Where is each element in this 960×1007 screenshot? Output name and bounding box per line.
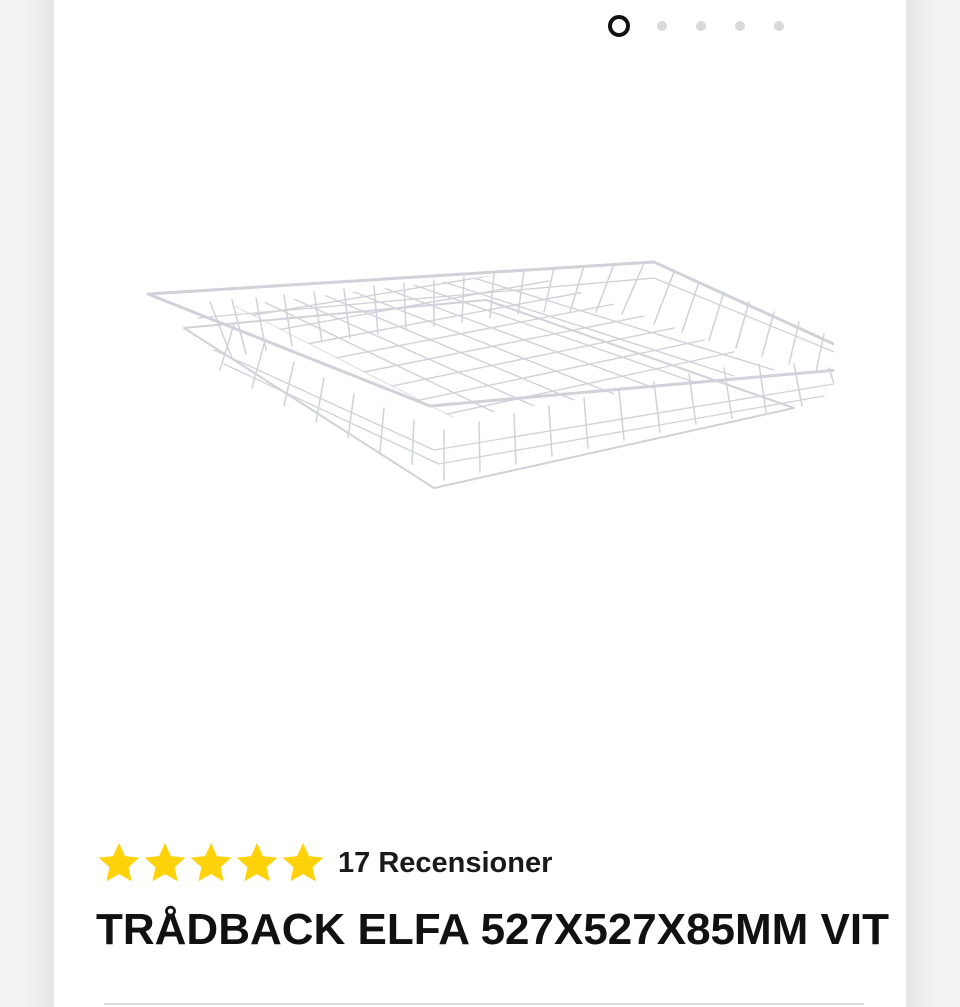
star-icon — [144, 842, 186, 882]
carousel-dot-3[interactable] — [696, 21, 706, 31]
reviews-link[interactable]: 17 Recensioner — [338, 847, 552, 880]
star-icon — [282, 842, 324, 882]
carousel-dot-4[interactable] — [735, 21, 745, 31]
product-title: TRÅDBACK ELFA 527X527X85MM VIT — [96, 905, 890, 954]
carousel-dot-1[interactable] — [608, 15, 630, 37]
page-side-shadow-left — [24, 0, 54, 1007]
star-icon — [190, 842, 232, 882]
product-rating[interactable]: 17 Recensioner — [96, 840, 552, 886]
divider — [104, 1003, 864, 1005]
star-icon — [98, 842, 140, 882]
page-side-shadow-right — [906, 0, 936, 1007]
product-card: 17 Recensioner TRÅDBACK ELFA 527X527X85M… — [54, 0, 906, 1007]
rating-stars — [96, 840, 326, 886]
carousel-dot-5[interactable] — [774, 21, 784, 31]
carousel-pagination — [608, 15, 813, 37]
star-icon — [236, 842, 278, 882]
carousel-dot-2[interactable] — [657, 21, 667, 31]
wire-basket-icon[interactable] — [134, 250, 834, 500]
